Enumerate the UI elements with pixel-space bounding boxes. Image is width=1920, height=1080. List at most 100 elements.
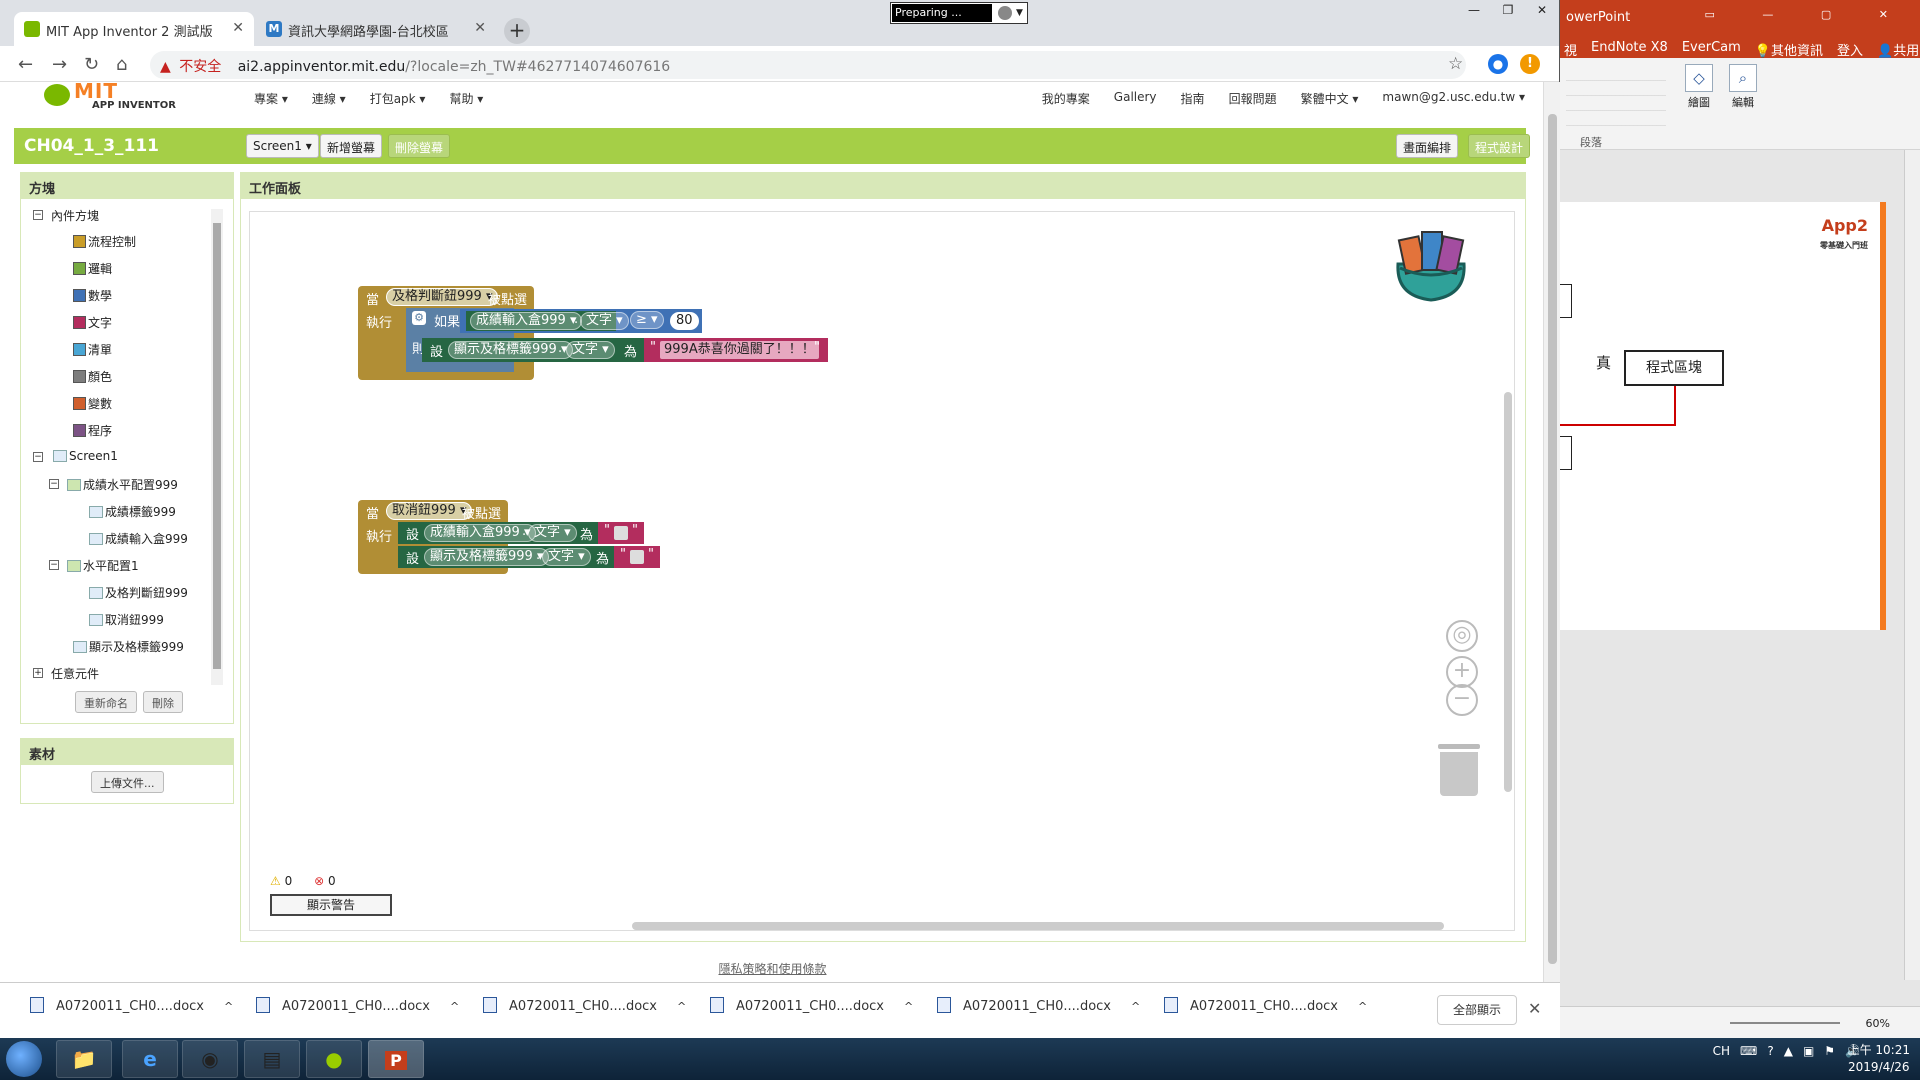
category-variables[interactable]: 變數 [73, 395, 112, 413]
account-icon[interactable]: ● [1488, 54, 1508, 74]
tree-label2[interactable]: 顯示及格標籤999 [73, 638, 184, 656]
android-icon[interactable]: ● [306, 1040, 362, 1078]
menu-help[interactable]: 幫助 ▾ [449, 90, 483, 107]
record-icon[interactable] [998, 6, 1012, 20]
ppt-menu-evercam[interactable]: EverCam [1682, 40, 1741, 58]
home-icon[interactable]: ⌂ [116, 54, 127, 75]
category-logic[interactable]: 邏輯 [73, 260, 112, 278]
category-colors[interactable]: 顏色 [73, 368, 112, 386]
show-warnings-button[interactable]: 顯示警告 [270, 894, 392, 916]
guide-link[interactable]: 指南 [1181, 90, 1205, 107]
close-icon[interactable]: ✕ [232, 20, 244, 36]
ppt-menu-view[interactable]: 視 [1564, 40, 1577, 59]
collapse-icon[interactable]: − [33, 452, 43, 462]
screen-select[interactable]: Screen1 ▾ [246, 134, 319, 158]
flag-icon[interactable]: ⚑ [1824, 1044, 1835, 1058]
powerpoint-icon[interactable]: P [368, 1040, 424, 1078]
my-projects-link[interactable]: 我的專案 [1042, 90, 1090, 107]
mutator-gear-icon[interactable]: ⚙ [412, 311, 426, 325]
tray-expand-icon[interactable]: ▲ [1784, 1044, 1793, 1058]
scroll-thumb[interactable] [1548, 114, 1557, 964]
ppt-menu-share[interactable]: 👤共用 [1877, 40, 1919, 59]
empty-string-block[interactable]: " " [598, 522, 644, 544]
menu-build[interactable]: 打包apk ▾ [370, 90, 426, 107]
report-issue-link[interactable]: 回報問題 [1229, 90, 1277, 107]
string-field[interactable] [614, 526, 628, 540]
string-field[interactable]: 999A恭喜你過關了！！！ [660, 341, 819, 359]
string-field[interactable] [630, 550, 644, 564]
chevron-up-icon[interactable]: ^ [677, 1000, 686, 1013]
scroll-thumb[interactable] [213, 223, 221, 669]
back-icon[interactable]: ← [18, 54, 33, 75]
setter-prop-dropdown[interactable]: 文字 ▾ [542, 548, 591, 566]
language-menu[interactable]: 繁體中文 ▾ [1301, 90, 1359, 107]
download-item[interactable]: A0720011_CH0....docx ^ [937, 997, 1140, 1027]
show-all-downloads-button[interactable]: 全部顯示 [1437, 995, 1517, 1025]
setter-component-dropdown[interactable]: 顯示及格標籤999 ▾ [424, 548, 550, 566]
app-icon[interactable]: ▤ [244, 1040, 300, 1078]
ppt-scrollbar[interactable] [1904, 150, 1920, 980]
string-block[interactable]: " 999A恭喜你過關了！！！ " [644, 338, 828, 362]
close-icon[interactable]: ✕ [1528, 999, 1541, 1018]
reload-icon[interactable]: ↻ [84, 54, 99, 75]
download-item[interactable]: A0720011_CH0....docx ^ [30, 997, 233, 1027]
explorer-icon[interactable]: 📁 [56, 1040, 112, 1078]
delete-button[interactable]: 刪除 [143, 691, 183, 713]
edit-tool[interactable]: ⌕ 編輯 [1726, 64, 1760, 120]
category-control[interactable]: 流程控制 [73, 233, 136, 251]
privacy-link[interactable]: 隱私策略和使用條款 [0, 960, 1545, 977]
clock[interactable]: 上午 10:21 2019/4/26 [1848, 1042, 1910, 1076]
bookmark-star-icon[interactable]: ☆ [1448, 54, 1463, 74]
setter-block[interactable]: 設 顯示及格標籤999 ▾ . 文字 ▾ 為 [422, 338, 644, 362]
chrome-icon[interactable]: ◉ [182, 1040, 238, 1078]
account-menu[interactable]: mawn@g2.usc.edu.tw ▾ [1382, 90, 1525, 107]
paragraph-tools[interactable] [1566, 66, 1666, 136]
component-dropdown[interactable]: 取消鈕999 ▾ [386, 502, 473, 520]
trash-icon[interactable] [1438, 744, 1480, 796]
category-text[interactable]: 文字 [73, 314, 112, 332]
chevron-up-icon[interactable]: ^ [224, 1000, 233, 1013]
setter-prop-dropdown[interactable]: 文字 ▾ [528, 524, 577, 542]
tree-btn2[interactable]: 取消鈕999 [89, 611, 164, 629]
component-dropdown[interactable]: 及格判斷鈕999 ▾ [386, 288, 499, 306]
ppt-menu-info[interactable]: 💡其他資訊 [1755, 40, 1823, 59]
collapse-icon[interactable]: − [49, 479, 59, 489]
tree-btn1[interactable]: 及格判斷鈕999 [89, 584, 188, 602]
category-lists[interactable]: 清單 [73, 341, 112, 359]
zoom-slider[interactable] [1730, 1022, 1840, 1024]
blocks-canvas[interactable]: 當 及格判斷鈕999 ▾ 被點選 執行 ⚙ 如果 則 成績輸入盒999 ▾ . … [249, 211, 1515, 931]
setter-block[interactable]: 設 顯示及格標籤999 ▾ . 文字 ▾ 為 [398, 546, 614, 568]
tab-app-inventor[interactable]: MIT App Inventor 2 測試版 ✕ [14, 12, 254, 46]
chevron-up-icon[interactable]: ^ [450, 1000, 459, 1013]
insecure-label[interactable]: 不安全 [179, 59, 221, 75]
chevron-up-icon[interactable]: ^ [904, 1000, 913, 1013]
download-item[interactable]: A0720011_CH0....docx ^ [256, 997, 459, 1027]
setter-block[interactable]: 設 成績輸入盒999 ▾ . 文字 ▾ 為 [398, 522, 598, 544]
tree-textbox1[interactable]: 成績輸入盒999 [89, 530, 188, 548]
tree-label1[interactable]: 成績標籤999 [89, 503, 176, 521]
zoom-out-icon[interactable]: − [1446, 684, 1478, 716]
zoom-level[interactable]: 60% [1866, 1017, 1890, 1030]
download-item[interactable]: A0720011_CH0....docx ^ [483, 997, 686, 1027]
close-window-icon[interactable]: ✕ [1525, 0, 1559, 22]
recenter-icon[interactable]: ◎ [1446, 620, 1478, 652]
ppt-menu-endnote[interactable]: EndNote X8 [1591, 40, 1668, 58]
menu-project[interactable]: 專案 ▾ [254, 90, 288, 107]
ppt-window-controls[interactable]: ▭ — ▢ ✕ [1705, 8, 1911, 21]
tree-scrollbar[interactable] [211, 209, 223, 685]
keyboard-icon[interactable]: ⌨ [1740, 1044, 1757, 1058]
address-bar[interactable]: ▲ 不安全 ai2.appinventor.mit.edu/?locale=zh… [150, 51, 1466, 79]
draw-tool[interactable]: ◇ 繪圖 [1682, 64, 1716, 120]
start-icon[interactable] [6, 1041, 42, 1077]
setter-component-dropdown[interactable]: 成績輸入盒999 ▾ [424, 524, 537, 542]
upload-button[interactable]: 上傳文件... [91, 771, 164, 793]
slide[interactable]: App2 零基礎入門班 真 程式區塊 [1556, 202, 1886, 630]
category-math[interactable]: 數學 [73, 287, 112, 305]
download-item[interactable]: A0720011_CH0....docx ^ [710, 997, 913, 1027]
expand-icon[interactable]: + [33, 668, 43, 678]
setter-prop-dropdown[interactable]: 文字 ▾ [566, 341, 615, 359]
maximize-icon[interactable]: ❐ [1491, 0, 1525, 22]
compare-block[interactable]: 成績輸入盒999 ▾ . 文字 ▾ ≥ ▾ 80 [460, 309, 702, 333]
ppt-menu-login[interactable]: 登入 [1837, 40, 1863, 59]
new-tab-button[interactable]: + [504, 18, 530, 44]
